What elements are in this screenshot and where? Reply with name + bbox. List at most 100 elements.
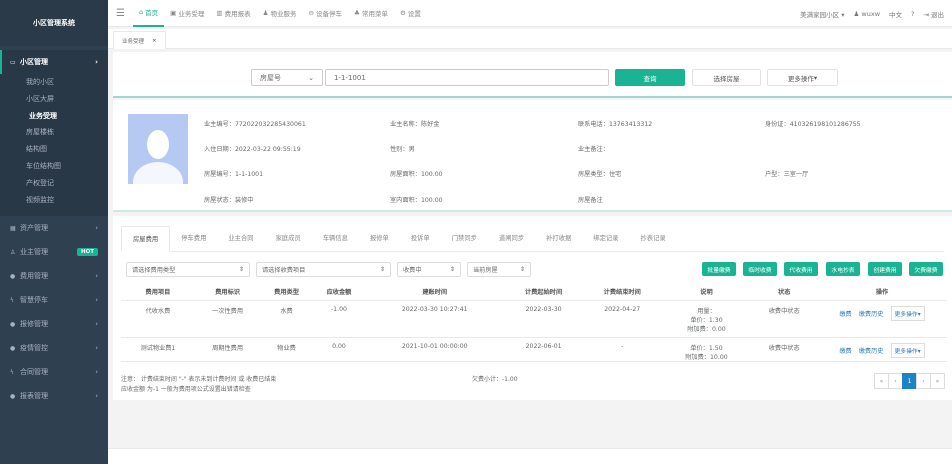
arrears-pay-button[interactable]: 欠费缴费 [909, 262, 943, 276]
close-icon[interactable]: × [152, 38, 157, 44]
submenu-item[interactable]: 结构图 [0, 141, 108, 158]
tab-repairs[interactable]: 报修单 [359, 226, 400, 252]
submenu-item[interactable]: 房屋楼栋 [0, 124, 108, 141]
sort-icon: ⇕ [238, 266, 244, 273]
history-link[interactable]: 缴费历史 [859, 348, 884, 355]
more-actions-button[interactable]: 更多操作 ▾ [767, 69, 838, 86]
fee-item-select[interactable]: 请选择收费项目 ⇕ [256, 262, 391, 277]
page-1-button[interactable]: 1 [902, 373, 917, 389]
user-menu[interactable]: ♟ wuxw [854, 10, 881, 18]
chevron-down-icon: ⌄ [308, 73, 314, 82]
last-page-button[interactable]: » [930, 373, 945, 389]
menu-community[interactable]: ▭ 小区管理 › [0, 50, 108, 74]
cell-actions: 缴费 缴费历史 更多操作▾ [817, 337, 947, 362]
next-page-button[interactable]: › [916, 373, 931, 389]
batch-pay-button[interactable]: 批量缴费 [702, 262, 736, 276]
menu-owners[interactable]: ♙ 业主管理 HOT [0, 240, 108, 264]
choose-room-button[interactable]: 选择房屋 [692, 69, 761, 86]
menu-parking[interactable]: ϟ 智慧停车 › [0, 288, 108, 312]
menu-fees[interactable]: ● 费用管理 › [0, 264, 108, 288]
nav-settings[interactable]: ⚙ 设置 [394, 0, 427, 27]
label: 业主编号： [204, 121, 235, 128]
meter-reading-button[interactable]: 水电抄表 [826, 262, 860, 276]
nav-device-parking[interactable]: ⊖ 设备停车 [303, 0, 349, 27]
nav-business[interactable]: ▣ 业务受理 [164, 0, 210, 27]
fee-status-select[interactable]: 收费中 ⇕ [397, 262, 461, 277]
temp-charge-button[interactable]: 临时收费 [743, 262, 777, 276]
submenu-item[interactable]: 小区大屏 [0, 91, 108, 108]
nav-home[interactable]: ⌂ 首页 [132, 0, 165, 27]
menu-repair[interactable]: ● 报修管理 › [0, 312, 108, 336]
query-button[interactable]: 查询 [615, 69, 685, 86]
sidebar: 小区管理系统 ▭ 小区管理 › 我的小区 小区大屏 业务受理 房屋楼栋 结构图 车位… [0, 0, 108, 464]
menu-assets[interactable]: ▦ 资产管理 › [0, 216, 108, 240]
tab-access-sync[interactable]: 门禁同步 [441, 226, 488, 252]
community-select[interactable]: 美满家园小区 ▾ [800, 9, 844, 19]
cell-desc: 用量： 单价：1.30 附加费：0.00 [661, 300, 752, 338]
cell-actions: 缴费 缴费历史 更多操作▾ [817, 300, 947, 338]
row-more-button[interactable]: 更多操作▾ [890, 342, 925, 358]
prev-page-button[interactable]: ‹ [888, 373, 903, 389]
submenu: 我的小区 小区大屏 业务受理 房屋楼栋 结构图 车位结构图 产权登记 视频监控 [0, 74, 108, 217]
row-more-button[interactable]: 更多操作▾ [890, 305, 925, 321]
nav-label: 首页 [145, 9, 159, 17]
value: 2022-03-22 09:55:19 [234, 146, 301, 153]
search-type-select[interactable]: 房屋号 ⌄ [251, 69, 323, 86]
menu-toggle-icon[interactable]: ☰ [108, 0, 133, 27]
submenu-item[interactable]: 产权登记 [0, 175, 108, 192]
menu-label: 小区管理 [20, 58, 48, 66]
submenu-item[interactable]: 视频监控 [0, 192, 108, 209]
room-scope-select[interactable]: 当前房屋 ⇕ [467, 262, 531, 277]
chevron-icon: › [95, 58, 98, 66]
chevron-icon: › [95, 320, 98, 329]
menu-contract[interactable]: ϟ 合同管理 › [0, 360, 108, 384]
select-value: 收费中 [403, 267, 422, 274]
tab-binding[interactable]: 绑定记录 [582, 226, 629, 252]
language-switch[interactable]: 中文 [889, 9, 902, 19]
help-icon[interactable]: ? [911, 10, 914, 18]
tab-gate-sync[interactable]: 道闸同步 [488, 226, 535, 252]
globe-icon: ● [10, 344, 16, 352]
nav-fee-report[interactable]: ▥ 费用报表 [210, 0, 256, 27]
tab-complaints[interactable]: 投诉单 [400, 226, 441, 252]
pay-link[interactable]: 缴费 [839, 348, 851, 355]
menu-epidemic[interactable]: ● 疫情管控 › [0, 336, 108, 360]
tab-reprint[interactable]: 补打收据 [535, 226, 582, 252]
submenu-item[interactable]: 车位结构图 [0, 158, 108, 175]
table-row: 代收水费 一次性费用 水费 -1.00 2022-03-30 10:27:41 … [121, 300, 947, 338]
hot-badge: HOT [76, 248, 98, 257]
menu-label: 资产管理 [20, 224, 48, 233]
submenu-item[interactable]: 我的小区 [0, 74, 108, 91]
page-tab-business[interactable]: 业务受理 × [113, 31, 166, 49]
submenu-item-active[interactable]: 业务受理 [0, 108, 108, 125]
tab-contract[interactable]: 业主合同 [217, 226, 264, 252]
fee-type-select[interactable]: 请选择费用类型 ⇕ [126, 262, 250, 277]
menu-reports[interactable]: ● 报表管理 › [0, 384, 108, 408]
pay-link[interactable]: 缴费 [839, 311, 851, 318]
menu-label: 业主管理 [20, 248, 48, 257]
sitemap-icon: ♣ [354, 9, 362, 17]
tab-parking-fees[interactable]: 停车费用 [170, 226, 217, 252]
tab-meter[interactable]: 抄表记录 [629, 226, 676, 252]
create-fee-button[interactable]: 创建费用 [868, 262, 902, 276]
calculator-icon: ▣ [170, 9, 179, 17]
tab-family[interactable]: 家庭成员 [265, 226, 312, 252]
note-line-2: 应收金额 为-1 一般为费用项公式设置出错请检查 [121, 386, 251, 393]
proxy-fee-button[interactable]: 代收费用 [784, 262, 818, 276]
label: 业主名称： [390, 121, 421, 128]
globe-icon: ● [10, 320, 16, 328]
tab-vehicles[interactable]: 车辆信息 [312, 226, 359, 252]
select-value: 请选择收费项目 [262, 267, 306, 274]
logout-button[interactable]: ⇥ 退出 [923, 9, 944, 19]
menu-label: 报修管理 [20, 320, 48, 329]
search-input[interactable]: 1-1-1001 [325, 69, 609, 86]
tab-room-fees[interactable]: 房屋费用 [121, 226, 171, 252]
chevron-icon: › [95, 344, 98, 353]
value: 410326198101286755 [789, 121, 861, 128]
nav-property-service[interactable]: ♟ 物业服务 [257, 0, 303, 27]
first-page-button[interactable]: « [874, 373, 889, 389]
history-link[interactable]: 缴费历史 [859, 311, 884, 318]
owner-name-field: 业主名称：陈好金 [390, 119, 440, 128]
cell: 0.00 [312, 337, 366, 362]
nav-common-menu[interactable]: ♣ 常用菜单 [348, 0, 394, 27]
